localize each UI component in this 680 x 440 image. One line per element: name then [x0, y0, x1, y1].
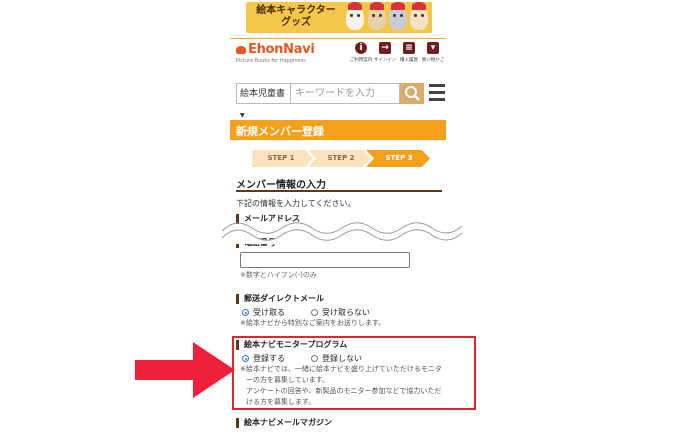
category-value: 絵本児童書 — [240, 89, 286, 99]
logo-mark-icon — [236, 46, 246, 54]
dm-note: ※絵本ナビから特別なご案内をお送りします。 — [240, 319, 386, 327]
tel-note: ※数字とハイフン(-)のみ — [240, 271, 317, 279]
sign-in-icon: → — [379, 42, 391, 54]
search-input[interactable]: キーワードを入力 — [290, 83, 400, 104]
tel-input[interactable] — [240, 252, 410, 268]
cart-button[interactable]: ▾ 買い物かご — [418, 42, 448, 63]
monitor-register-radio[interactable] — [242, 355, 249, 362]
character-illustration — [389, 2, 407, 30]
purchase-history-icon: ≡ — [403, 42, 415, 54]
monitor-note-line: アンケートの回答や、新製品のモニター参加などで協力いただ — [246, 387, 442, 395]
search-placeholder: キーワードを入力 — [295, 88, 375, 99]
instruction-text: 下記の情報を入力してください。 — [236, 199, 356, 208]
step-3-active: STEP 3 — [385, 154, 413, 162]
dm-receive-label: 受け取る — [253, 308, 285, 317]
info-icon: i — [355, 42, 367, 54]
search-button[interactable] — [400, 83, 424, 104]
hamburger-menu-icon[interactable] — [429, 84, 445, 102]
character-illustration — [410, 2, 428, 30]
monitor-note-line: ※絵本ナビでは、一緒に絵本ナビを盛り上げていただけるモニタ — [240, 365, 442, 373]
cart-icon: ▾ — [427, 42, 439, 54]
ehonnavi-logo[interactable]: EhonNavi Picture Books for Happiness — [236, 42, 316, 68]
search-icon — [405, 86, 420, 101]
logo-text: EhonNavi — [248, 42, 315, 57]
dm-label: 郵送ダイレクトメール — [236, 294, 324, 304]
character-goods-banner[interactable]: 絵本キャラクター グッズ — [246, 2, 432, 33]
dm-decline-label: 受け取らない — [322, 308, 370, 317]
step-2: STEP 2 — [327, 154, 355, 162]
header-divider — [230, 38, 446, 39]
character-illustration — [368, 2, 386, 30]
search-bar: 絵本児童書 ▼ キーワードを入力 — [230, 80, 446, 119]
page-title: 新規メンバー登録 — [236, 125, 324, 138]
step-1: STEP 1 — [267, 154, 295, 162]
section-title: メンバー情報の入力 — [236, 180, 326, 191]
dm-receive-radio[interactable] — [242, 309, 249, 316]
omission-wave-divider — [222, 222, 462, 244]
logo-tagline: Picture Books for Happiness — [236, 58, 306, 64]
monitor-register-label: 登録する — [253, 354, 285, 363]
cart-label: 買い物かご — [421, 58, 445, 63]
character-illustration — [346, 2, 364, 30]
category-select[interactable]: 絵本児童書 ▼ — [236, 83, 290, 119]
dm-decline-radio[interactable] — [311, 309, 318, 316]
monitor-decline-label: 登録しない — [322, 354, 362, 363]
monitor-decline-radio[interactable] — [311, 355, 318, 362]
banner-text: 絵本キャラクター グッズ — [256, 5, 336, 28]
monitor-program-label: 絵本ナビモニタープログラム — [236, 340, 347, 350]
red-arrow-icon — [135, 342, 235, 398]
monitor-note-line: ーの方を募集しています。 — [246, 376, 330, 384]
monitor-note-line: ける方を募集します。 — [246, 398, 316, 406]
mail-magazine-label: 絵本ナビメールマガジン — [236, 418, 332, 428]
chevron-down-icon: ▼ — [240, 112, 245, 119]
step-indicator: STEP 1 STEP 2 STEP 3 — [252, 150, 430, 167]
page-title-bar: 新規メンバー登録 — [230, 120, 446, 140]
section-divider — [236, 190, 442, 192]
